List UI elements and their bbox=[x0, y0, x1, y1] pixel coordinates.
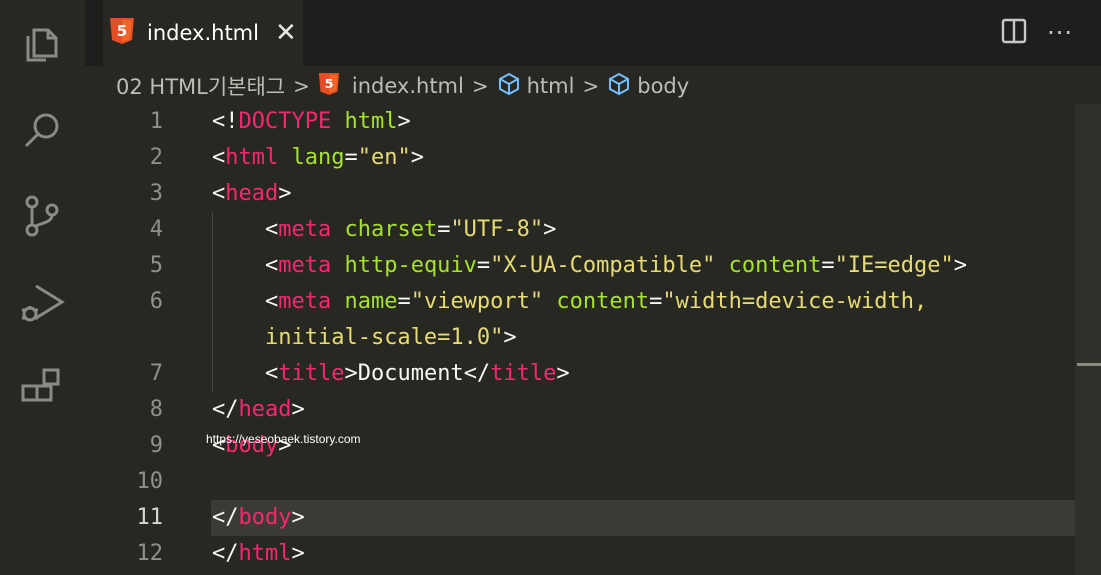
code-line: <meta name="viewport" content="width=dev… bbox=[212, 289, 928, 314]
code-line: <meta http-equiv="X-UA-Compatible" conte… bbox=[212, 253, 968, 278]
code-line: <meta charset="UTF-8"> bbox=[212, 217, 557, 242]
editor-actions: ··· bbox=[1001, 0, 1101, 66]
html5-icon: 5 bbox=[318, 72, 340, 101]
watermark-url: https://yeseobaek.tistory.com bbox=[206, 432, 361, 446]
chevron-right-icon: > bbox=[293, 74, 310, 98]
line-number: 11 bbox=[136, 505, 164, 530]
breadcrumb: 02 HTML기본태그 > 5 index.html > html > body bbox=[116, 68, 689, 104]
code-editor[interactable]: 1 2 3 4 5 6 7 8 9 10 11 12 <!DOCTYPE htm… bbox=[85, 104, 1075, 575]
tab-index-html[interactable]: 5 index.html ✕ bbox=[103, 0, 303, 66]
breadcrumb-folder[interactable]: 02 HTML기본태그 bbox=[116, 71, 285, 101]
scrollbar-position-marker bbox=[1077, 363, 1101, 366]
tab-label: index.html bbox=[147, 21, 259, 45]
line-number: 10 bbox=[136, 469, 164, 494]
search-icon[interactable] bbox=[18, 106, 66, 154]
line-number: 5 bbox=[149, 253, 163, 278]
symbol-cube-icon bbox=[607, 72, 631, 101]
svg-text:5: 5 bbox=[117, 22, 127, 40]
code-line: <title>Document</title> bbox=[212, 361, 570, 386]
line-number: 9 bbox=[149, 433, 163, 458]
line-number: 12 bbox=[136, 541, 164, 566]
code-line-wrapped: initial-scale=1.0"> bbox=[264, 325, 517, 350]
symbol-cube-icon bbox=[497, 72, 521, 101]
line-number: 2 bbox=[149, 145, 163, 170]
breadcrumb-symbol-body[interactable]: body bbox=[637, 74, 689, 98]
split-editor-icon[interactable] bbox=[1001, 18, 1047, 48]
code-line: <head> bbox=[212, 181, 292, 206]
code-line: </head> bbox=[212, 397, 305, 422]
line-number: 6 bbox=[149, 289, 163, 314]
line-number: 3 bbox=[149, 181, 163, 206]
code-line: <html lang="en"> bbox=[212, 145, 424, 170]
line-number: 4 bbox=[149, 217, 163, 242]
html5-icon: 5 bbox=[109, 17, 135, 49]
code-line: </html> bbox=[212, 541, 305, 566]
line-number bbox=[85, 320, 163, 356]
code-line: </body> bbox=[212, 505, 305, 530]
line-number: 1 bbox=[149, 109, 163, 134]
line-number: 8 bbox=[149, 397, 163, 422]
chevron-right-icon: > bbox=[471, 74, 489, 98]
extensions-icon[interactable] bbox=[18, 366, 66, 414]
chevron-right-icon: > bbox=[582, 74, 600, 98]
activity-bar bbox=[0, 0, 85, 575]
svg-text:5: 5 bbox=[324, 76, 333, 91]
line-number: 7 bbox=[149, 361, 163, 386]
source-control-icon[interactable] bbox=[18, 192, 66, 240]
code-line: <!DOCTYPE html> bbox=[212, 109, 411, 134]
close-icon[interactable]: ✕ bbox=[275, 20, 297, 46]
run-debug-icon[interactable] bbox=[18, 280, 66, 328]
vertical-scrollbar[interactable] bbox=[1075, 104, 1101, 575]
more-actions-icon[interactable]: ··· bbox=[1047, 19, 1073, 47]
current-line-highlight bbox=[211, 500, 1075, 536]
tab-strip: 5 index.html ✕ ··· bbox=[85, 0, 1101, 66]
breadcrumb-symbol-html[interactable]: html bbox=[527, 74, 575, 98]
explorer-icon[interactable] bbox=[18, 20, 66, 68]
breadcrumb-file[interactable]: index.html bbox=[352, 74, 464, 98]
